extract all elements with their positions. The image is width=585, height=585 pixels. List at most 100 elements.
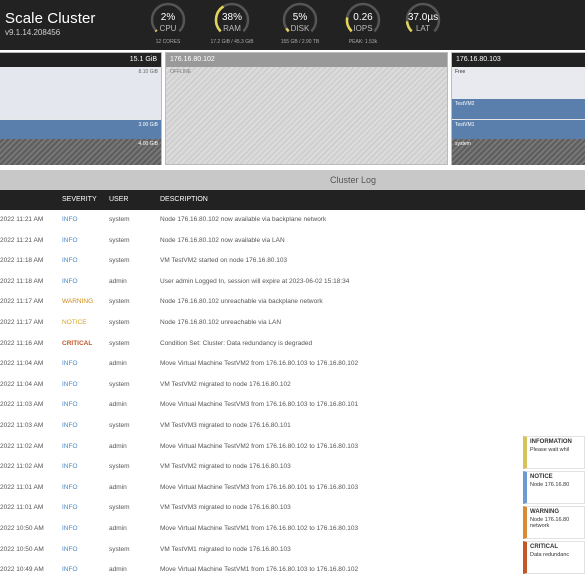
log-row[interactable]: 2022 11:03 AM INFO admin Move Virtual Machi… <box>0 395 585 416</box>
log-row[interactable]: 2022 10:50 AM INFO admin Move Virtual Machi… <box>0 519 585 540</box>
vm-testvm1-segment[interactable]: TestVM1 <box>452 120 585 139</box>
log-time: 2022 11:18 AM <box>0 277 44 285</box>
log-user: admin <box>109 277 127 285</box>
log-row[interactable]: 2022 11:16 AM CRITICAL system Condition Set… <box>0 334 585 355</box>
log-description: VM TestVM3 migrated to node 176.16.80.10… <box>160 504 291 512</box>
log-user: admin <box>109 566 127 574</box>
log-user: admin <box>109 524 127 532</box>
iops-gauge[interactable]: 0.26 IOPS PEAK: 1.53k <box>343 2 389 48</box>
free-memory-segment: 8.10 GiB <box>0 67 161 119</box>
log-row[interactable]: 2022 11:03 AM INFO system VM TestVM3 migrat… <box>0 416 585 437</box>
cpu-value: 2% <box>160 12 176 23</box>
legend-title: CRITICAL <box>530 544 558 550</box>
description-column-header[interactable]: DESCRIPTION <box>160 196 208 203</box>
node-header: 176.16.80.102 <box>166 53 447 67</box>
log-user: admin <box>109 360 127 368</box>
log-description: VM TestVM2 migrated to node 176.16.80.10… <box>160 380 291 388</box>
log-severity: INFO <box>62 216 78 223</box>
log-severity: INFO <box>62 566 78 574</box>
log-row[interactable]: 2022 11:04 AM INFO system VM TestVM2 migrat… <box>0 375 585 396</box>
cluster-log-bar[interactable]: Cluster Log <box>0 170 585 190</box>
legend-title: WARNING <box>530 509 559 515</box>
log-description: Node 176.16.80.102 now available via LAN <box>160 236 285 244</box>
log-description: VM TestVM3 migrated to node 176.16.80.10… <box>160 421 291 429</box>
log-severity: INFO <box>62 257 78 265</box>
latency-gauge[interactable]: 37.0µs LAT <box>403 2 449 48</box>
node-status: OFFLINE <box>170 69 192 75</box>
log-time: 2022 10:50 AM <box>0 545 44 553</box>
log-row[interactable]: 2022 11:18 AM INFO system VM TestVM2 starte… <box>0 251 585 272</box>
log-time: 2022 11:02 AM <box>0 463 44 471</box>
log-time: 2022 11:21 AM <box>0 236 44 244</box>
log-time: 2022 11:04 AM <box>0 380 44 388</box>
log-user: system <box>109 545 130 553</box>
system-label: system <box>455 141 471 147</box>
node-total-memory: 15.1 GiB <box>129 56 157 63</box>
disk-gauge[interactable]: 5% DISK 155 GB / 2.90 TB <box>280 2 326 48</box>
log-row[interactable]: 2022 11:02 AM INFO admin Move Virtual Machi… <box>0 437 585 458</box>
disk-value: 5% <box>292 12 308 23</box>
user-column-header[interactable]: USER <box>109 196 128 203</box>
log-time: 2022 10:49 AM <box>0 566 44 574</box>
log-severity: INFO <box>62 360 78 368</box>
legend-text: Node 176.16.80 <box>530 482 570 488</box>
log-row[interactable]: 2022 11:02 AM INFO system VM TestVM2 migrat… <box>0 457 585 478</box>
ram-value: 38% <box>221 12 242 23</box>
log-time: 2022 11:21 AM <box>0 216 44 223</box>
cpu-gauge[interactable]: 2% CPU 12 CORES <box>148 2 194 48</box>
log-severity: INFO <box>62 504 78 512</box>
severity-column-header[interactable]: SEVERITY <box>62 196 97 203</box>
log-time: 2022 11:17 AM <box>0 318 44 326</box>
log-row[interactable]: 2022 11:17 AM WARNING system Node 176.16.80… <box>0 292 585 313</box>
legend-text: Node 176.16.80 network <box>530 517 570 529</box>
legend-critical[interactable]: CRITICAL Data redundanc <box>523 541 585 574</box>
log-user: system <box>109 298 130 306</box>
node-ip: 176.16.80.102 <box>170 56 215 63</box>
log-row[interactable]: 2022 11:01 AM INFO system VM TestVM3 migrat… <box>0 498 585 519</box>
log-row[interactable]: 2022 10:49 AM INFO admin Move Virtual Machi… <box>0 560 585 581</box>
log-severity: WARNING <box>62 298 94 306</box>
app-title: Scale Cluster <box>5 10 96 27</box>
log-row[interactable]: 2022 11:21 AM INFO system Node 176.16.80.10… <box>0 231 585 252</box>
legend-title: NOTICE <box>530 474 553 480</box>
log-row[interactable]: 2022 11:18 AM INFO admin User admin Logged … <box>0 272 585 293</box>
log-description: Condition Set: Cluster: Data redundancy … <box>160 339 313 347</box>
log-time: 2022 11:01 AM <box>0 483 44 491</box>
log-time: 2022 11:16 AM <box>0 339 44 347</box>
ram-gauge[interactable]: 38% RAM 17.2 GiB / 45.3 GiB <box>210 2 258 48</box>
system-memory-value: 4.00 GiB <box>138 141 158 147</box>
log-severity: INFO <box>62 401 78 409</box>
cluster-log-title: Cluster Log <box>330 175 377 185</box>
log-severity: NOTICE <box>62 318 87 326</box>
app-version: v9.1.14.208456 <box>5 28 61 37</box>
log-time: 2022 11:01 AM <box>0 504 44 512</box>
legend-warning[interactable]: WARNING Node 176.16.80 network <box>523 506 585 539</box>
legend-notice[interactable]: NOTICE Node 176.16.80 <box>523 471 585 504</box>
node-card-left[interactable]: 15.1 GiB 8.10 GiB 3.00 GiB 4.00 GiB <box>0 52 162 165</box>
system-memory-segment: system <box>452 139 585 165</box>
log-description: Node 176.16.80.102 unreachable via LAN <box>160 318 282 326</box>
log-severity: INFO <box>62 545 78 553</box>
vm-testvm2-segment[interactable]: TestVM2 <box>452 99 585 119</box>
log-severity: INFO <box>62 380 78 388</box>
legend-information[interactable]: INFORMATION Please wait whil <box>523 436 585 469</box>
iops-detail: PEAK: 1.53k <box>348 39 378 45</box>
log-time: 2022 11:02 AM <box>0 442 44 450</box>
log-description: Move Virtual Machine TestVM2 from 176.16… <box>160 442 359 450</box>
legend-title: INFORMATION <box>530 439 572 445</box>
log-row[interactable]: 2022 11:17 AM NOTICE system Node 176.16.80.… <box>0 313 585 334</box>
log-row[interactable]: 2022 11:04 AM INFO admin Move Virtual Machi… <box>0 354 585 375</box>
log-description: Move Virtual Machine TestVM1 from 176.16… <box>160 524 359 532</box>
log-severity: INFO <box>62 421 78 429</box>
node-card-right[interactable]: 176.16.80.103 Free TestVM2 TestVM1 syste… <box>451 52 585 165</box>
log-user: system <box>109 504 130 512</box>
node-card-offline[interactable]: 176.16.80.102 OFFLINE <box>165 52 448 165</box>
log-row[interactable]: 2022 10:50 AM INFO system VM TestVM1 migrat… <box>0 540 585 561</box>
log-row[interactable]: 2022 11:01 AM INFO admin Move Virtual Machi… <box>0 478 585 499</box>
node-header: 176.16.80.103 <box>452 53 585 67</box>
log-row[interactable]: 2022 11:21 AM INFO system Node 176.16.80.10… <box>0 210 585 231</box>
legend-text: Data redundanc <box>530 552 570 558</box>
brand: Scale Cluster v9.1.14.208456 <box>5 10 96 37</box>
log-user: system <box>109 236 130 244</box>
legend-text: Please wait whil <box>530 447 570 453</box>
